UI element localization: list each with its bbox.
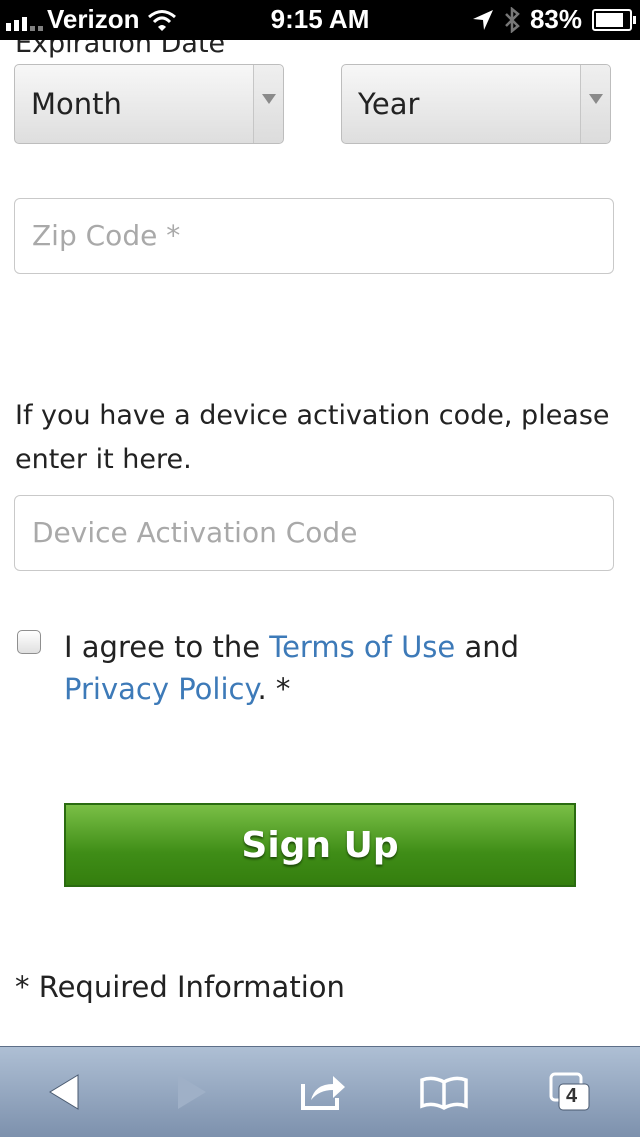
back-button[interactable] — [24, 1047, 104, 1137]
share-icon — [301, 1076, 345, 1110]
bookmarks-button[interactable] — [404, 1047, 484, 1137]
zip-code-placeholder: Zip Code * — [32, 219, 181, 252]
activation-instructions: If you have a device activation code, pl… — [15, 400, 610, 475]
battery-percent: 83% — [529, 4, 582, 34]
device-activation-code-field[interactable]: Device Activation Code — [14, 495, 614, 571]
month-select[interactable]: Month — [14, 64, 284, 144]
agree-suffix: . * — [257, 672, 291, 706]
required-info-note: * Required Information — [15, 970, 345, 1004]
privacy-policy-link[interactable]: Privacy Policy — [64, 672, 258, 706]
year-select-value: Year — [358, 87, 420, 121]
agree-prefix: I agree to the — [64, 630, 270, 664]
battery-icon — [592, 8, 636, 31]
bluetooth-icon — [505, 6, 520, 33]
zip-code-field[interactable]: Zip Code * — [14, 198, 614, 274]
share-button[interactable] — [284, 1047, 364, 1137]
sign-up-label: Sign Up — [241, 824, 399, 866]
location-icon — [472, 9, 493, 30]
back-icon — [49, 1074, 79, 1110]
forward-button[interactable] — [152, 1047, 232, 1137]
forward-icon — [178, 1075, 206, 1109]
year-select[interactable]: Year — [341, 64, 611, 144]
tabs-count: 4 — [566, 1085, 578, 1107]
sign-up-button[interactable]: Sign Up — [64, 803, 576, 887]
terms-of-use-link[interactable]: Terms of Use — [269, 630, 455, 664]
status-bar: Verizon 9:15 AM 83% — [0, 0, 640, 40]
month-select-value: Month — [31, 87, 122, 121]
browser-toolbar: 4 — [0, 1046, 640, 1137]
agree-checkbox[interactable] — [17, 630, 41, 654]
page-content: Expiration Date Month Year Zip Code * If… — [0, 40, 640, 1046]
agree-text: I agree to the Terms of Use and Privacy … — [64, 626, 624, 710]
chevron-down-icon — [253, 65, 283, 143]
tabs-button[interactable]: 4 — [530, 1047, 610, 1137]
agree-and: and — [455, 630, 520, 664]
expiration-date-label: Expiration Date — [15, 40, 226, 59]
chevron-down-icon — [580, 65, 610, 143]
device-activation-placeholder: Device Activation Code — [32, 516, 358, 549]
bookmarks-icon — [420, 1076, 468, 1110]
